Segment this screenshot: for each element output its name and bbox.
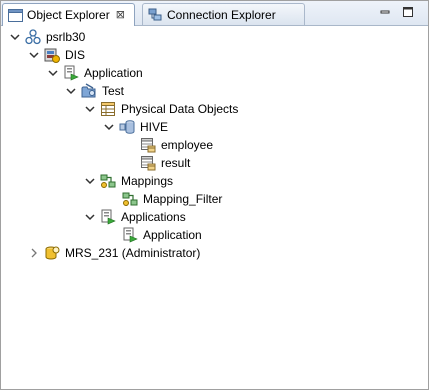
tree-node-dis[interactable]: DIS	[28, 46, 85, 64]
view-tab-bar: Object Explorer ⊠ Connection Explorer	[1, 1, 428, 26]
service-icon	[44, 47, 60, 63]
domain-icon	[25, 29, 41, 45]
tree-node-label: Physical Data Objects	[121, 102, 239, 116]
tree-node-label: result	[161, 156, 191, 170]
close-icon[interactable]: ⊠	[116, 9, 125, 21]
tree-node-employee[interactable]: employee	[140, 136, 213, 154]
tree-node-test[interactable]: Test	[65, 82, 124, 100]
chevron-down-icon[interactable]	[47, 67, 59, 79]
chevron-down-icon[interactable]	[28, 49, 40, 61]
tree-node-application-child[interactable]: Application	[122, 226, 202, 244]
tab-object-explorer-label: Object Explorer	[27, 8, 110, 22]
mapping-icon	[122, 191, 138, 207]
tree-node-label: MRS_231 (Administrator)	[65, 246, 201, 260]
tree-node-label: Application	[143, 228, 202, 242]
tree-node-physical-data-objects[interactable]: Physical Data Objects	[84, 100, 238, 118]
table-folder-icon	[100, 101, 116, 117]
tree-node-mrs[interactable]: MRS_231 (Administrator)	[28, 244, 200, 262]
tree-node-root[interactable]: psrlb30	[9, 28, 85, 46]
tree-node-label: Mapping_Filter	[143, 192, 223, 206]
chevron-down-icon[interactable]	[84, 211, 96, 223]
chevron-right-icon[interactable]	[28, 247, 40, 259]
tab-object-explorer[interactable]: Object Explorer ⊠	[2, 3, 135, 26]
chevron-down-icon[interactable]	[84, 103, 96, 115]
tree-node-label: Mappings	[121, 174, 174, 188]
database-icon	[119, 119, 135, 135]
tree-node-label: Application	[84, 66, 143, 80]
object-explorer-icon	[8, 8, 23, 22]
tree-node-mappings[interactable]: Mappings	[84, 172, 173, 190]
application-icon	[63, 65, 79, 81]
project-folder-icon	[81, 83, 97, 99]
chevron-down-icon[interactable]	[84, 175, 96, 187]
minimize-icon[interactable]	[379, 6, 391, 18]
tree-node-label: psrlb30	[46, 30, 86, 44]
tree-node-mapping-filter[interactable]: Mapping_Filter	[122, 190, 222, 208]
tree-node-label: HIVE	[140, 120, 169, 134]
mapping-folder-icon	[100, 173, 116, 189]
tree-node-applications[interactable]: Applications	[84, 208, 186, 226]
tree-node-label: Applications	[121, 210, 186, 224]
maximize-icon[interactable]	[402, 6, 414, 18]
repository-icon	[44, 245, 60, 261]
tree-node-hive[interactable]: HIVE	[103, 118, 168, 136]
chevron-down-icon[interactable]	[65, 85, 77, 97]
chevron-down-icon[interactable]	[103, 121, 115, 133]
application-icon	[122, 227, 138, 243]
tree-node-result[interactable]: result	[140, 154, 190, 172]
table-icon	[140, 137, 156, 153]
table-icon	[140, 155, 156, 171]
tree-node-application[interactable]: Application	[47, 64, 143, 82]
tab-connection-explorer[interactable]: Connection Explorer	[142, 3, 305, 25]
tab-connection-explorer-label: Connection Explorer	[167, 7, 276, 22]
connection-explorer-icon	[148, 8, 163, 22]
application-folder-icon	[100, 209, 116, 225]
tree-node-label: employee	[161, 138, 214, 152]
object-explorer-panel: Object Explorer ⊠ Connection Explorer ps…	[0, 0, 429, 390]
tree-node-label: DIS	[65, 48, 86, 62]
tree-node-label: Test	[102, 84, 125, 98]
chevron-down-icon[interactable]	[9, 31, 21, 43]
